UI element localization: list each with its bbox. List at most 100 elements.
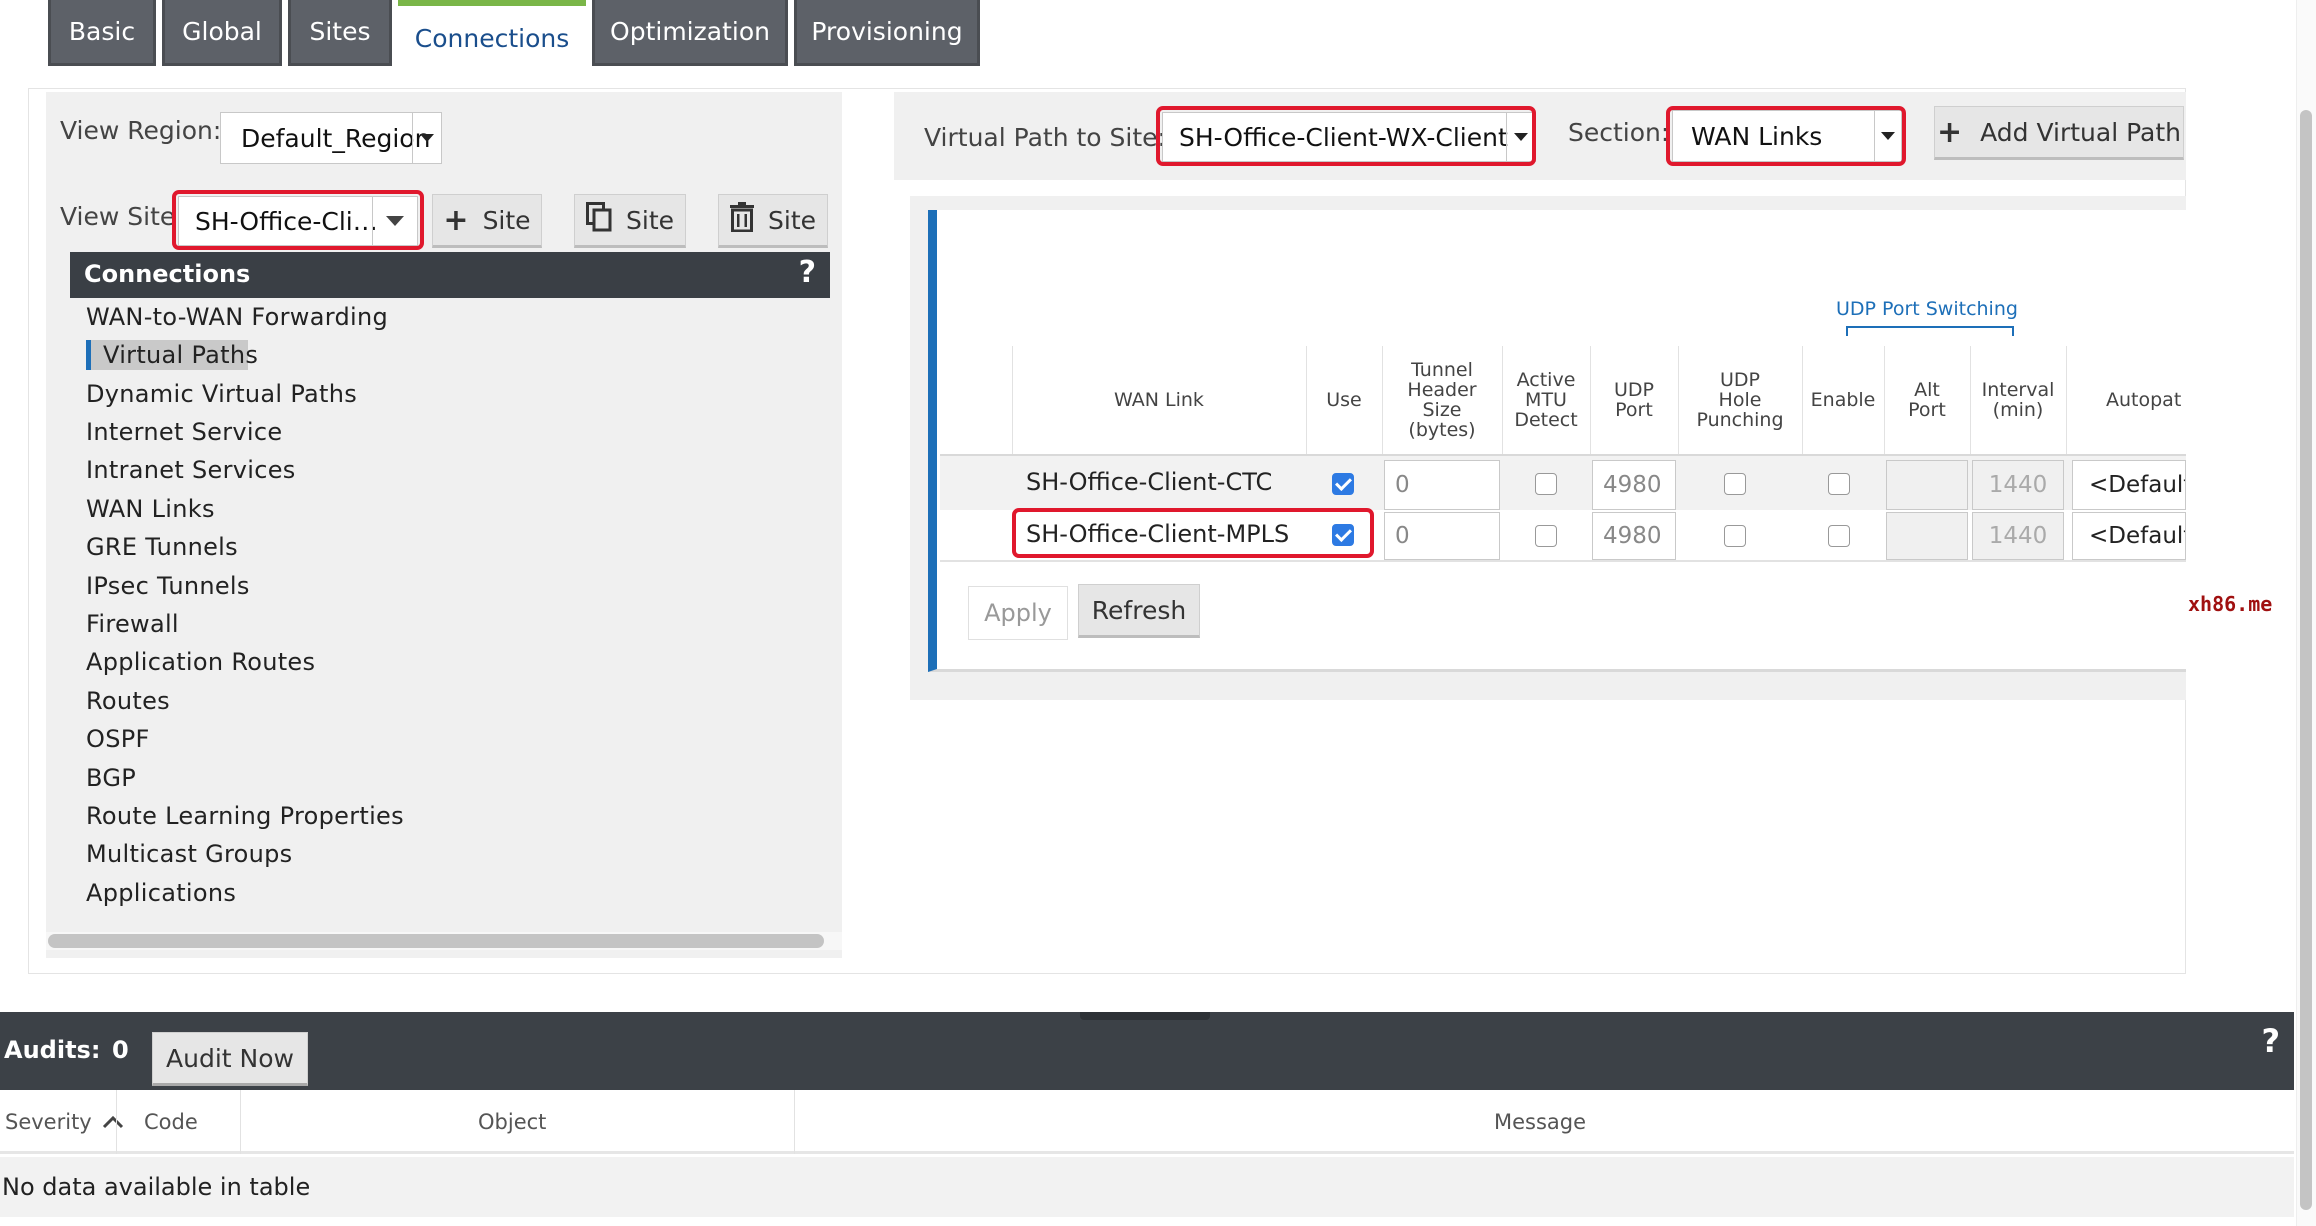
hole-punching-checkbox[interactable] xyxy=(1724,473,1746,495)
delete-site-button[interactable]: Site xyxy=(718,194,828,248)
enable-checkbox[interactable] xyxy=(1828,473,1850,495)
view-site-label: View Site: xyxy=(60,202,184,231)
tab-label: Sites xyxy=(309,17,371,46)
empty-table-message: No data available in table xyxy=(2,1173,311,1201)
nav-item-label: Virtual Paths xyxy=(103,341,259,369)
interval-input[interactable]: 1440 xyxy=(1972,460,2064,510)
nav-item-applications[interactable]: Applications xyxy=(86,878,236,908)
col-header-code[interactable]: Code xyxy=(144,1090,198,1154)
highlight-view-site xyxy=(172,190,424,250)
tab-basic[interactable]: Basic xyxy=(48,0,156,66)
refresh-button[interactable]: Refresh xyxy=(1078,584,1200,638)
nav-item-firewall[interactable]: Firewall xyxy=(86,609,179,639)
highlight-mpls-row xyxy=(1012,508,1374,558)
nav-item-gre-tunnels[interactable]: GRE Tunnels xyxy=(86,532,238,562)
tab-label: Optimization xyxy=(610,17,770,46)
tab-sites[interactable]: Sites xyxy=(288,0,392,66)
tab-connections[interactable]: Connections xyxy=(398,0,586,70)
tunnel-header-input[interactable]: 0 xyxy=(1384,512,1500,560)
col-header-alt-port: Alt Port xyxy=(1908,379,1946,421)
nav-item-ipsec-tunnels[interactable]: IPsec Tunnels xyxy=(86,571,250,601)
trash-icon xyxy=(730,202,754,238)
audit-empty-row: No data available in table xyxy=(0,1157,2294,1217)
udp-port-input[interactable]: 4980 xyxy=(1592,460,1676,510)
col-header-tunnel-header-size: Tunnel Header Size (bytes) xyxy=(1407,359,1477,441)
tab-optimization[interactable]: Optimization xyxy=(592,0,788,66)
button-label: Audit Now xyxy=(166,1043,294,1073)
audit-table-header xyxy=(0,1090,2294,1154)
tab-global[interactable]: Global xyxy=(162,0,282,66)
interval-input[interactable]: 1440 xyxy=(1972,512,2064,560)
col-header-severity[interactable]: Severity xyxy=(5,1090,124,1154)
button-label: Refresh xyxy=(1091,595,1187,625)
audits-label: Audits: xyxy=(4,1036,101,1064)
chevron-down-icon xyxy=(412,113,441,163)
col-header-object[interactable]: Object xyxy=(478,1090,546,1154)
udp-port-switching-label: UDP Port Switching xyxy=(1836,298,2018,320)
alt-port-input[interactable] xyxy=(1886,512,1968,560)
help-icon[interactable]: ? xyxy=(799,255,816,290)
enable-checkbox[interactable] xyxy=(1828,525,1850,547)
view-region-select[interactable]: Default_Region xyxy=(220,112,442,164)
col-header-udp-hole-punching: UDP Hole Punching xyxy=(1696,369,1784,431)
autopath-select[interactable]: <Default> xyxy=(2072,512,2186,560)
alt-port-input[interactable] xyxy=(1886,460,1968,510)
section-label: Section: xyxy=(1568,118,1670,147)
resize-handle[interactable] xyxy=(1080,1012,1210,1020)
tab-label: Provisioning xyxy=(811,17,963,46)
nav-item-wan-links[interactable]: WAN Links xyxy=(86,494,215,524)
udp-port-input[interactable]: 4980 xyxy=(1592,512,1676,560)
autopath-select[interactable]: <Default> xyxy=(2072,460,2186,510)
nav-item-routes[interactable]: Routes xyxy=(86,686,170,716)
connections-header: Connections ? xyxy=(70,252,830,298)
nav-item-application-routes[interactable]: Application Routes xyxy=(86,647,315,677)
help-icon[interactable]: ? xyxy=(2261,1022,2280,1060)
nav-item-ospf[interactable]: OSPF xyxy=(86,724,150,754)
sort-ascending-icon xyxy=(102,1115,123,1129)
mtu-detect-checkbox[interactable] xyxy=(1535,473,1557,495)
watermark: xh86.me xyxy=(2188,592,2273,616)
use-checkbox[interactable] xyxy=(1332,473,1354,495)
audit-now-button[interactable]: Audit Now xyxy=(152,1032,308,1086)
tab-label: Global xyxy=(182,17,262,46)
nav-item-intranet-services[interactable]: Intranet Services xyxy=(86,455,296,485)
add-virtual-path-button[interactable]: + Add Virtual Path xyxy=(1934,106,2184,160)
nav-item-wan-to-wan[interactable]: WAN-to-WAN Forwarding xyxy=(86,302,388,332)
nav-item-route-learning[interactable]: Route Learning Properties xyxy=(86,801,404,831)
nav-item-internet-service[interactable]: Internet Service xyxy=(86,417,282,447)
vpath-label: Virtual Path to Site: xyxy=(924,123,1166,152)
apply-button[interactable]: Apply xyxy=(968,586,1068,640)
col-header-message[interactable]: Message xyxy=(1494,1090,1586,1154)
hole-punching-checkbox[interactable] xyxy=(1724,525,1746,547)
copy-site-button[interactable]: Site xyxy=(574,194,686,248)
audits-count: 0 xyxy=(112,1036,129,1064)
col-header-autopath: Autopat xyxy=(2106,389,2182,411)
col-header-udp-port: UDP Port xyxy=(1614,379,1654,421)
col-header-interval: Interval (min) xyxy=(1981,379,2055,421)
nav-item-dynamic-virtual-paths[interactable]: Dynamic Virtual Paths xyxy=(86,379,357,409)
view-region-label: View Region: xyxy=(60,116,222,145)
tab-provisioning[interactable]: Provisioning xyxy=(794,0,980,66)
audits-bar: Audits: 0 ? xyxy=(0,1012,2294,1090)
udp-group-bracket xyxy=(1846,326,2014,336)
tunnel-header-input[interactable]: 0 xyxy=(1384,460,1500,510)
scrollbar-thumb[interactable] xyxy=(48,934,824,948)
plus-icon: + xyxy=(443,202,469,238)
col-header-wan-link: WAN Link xyxy=(1114,389,1204,411)
button-label: Site xyxy=(626,205,674,235)
add-site-button[interactable]: + Site xyxy=(432,194,542,248)
button-label: Add Virtual Path xyxy=(1980,117,2182,147)
nav-item-virtual-paths[interactable]: Virtual Paths xyxy=(86,340,258,370)
nav-item-multicast-groups[interactable]: Multicast Groups xyxy=(86,839,292,869)
highlight-vpath xyxy=(1156,106,1536,166)
copy-icon xyxy=(586,202,612,238)
button-label: Site xyxy=(768,205,816,235)
plus-icon: + xyxy=(1936,114,1963,150)
col-header-enable: Enable xyxy=(1810,389,1876,411)
nav-item-bgp[interactable]: BGP xyxy=(86,763,136,793)
view-region-value: Default_Region xyxy=(241,123,431,153)
page-scrollbar-thumb[interactable] xyxy=(2300,110,2312,1210)
col-header-use: Use xyxy=(1326,389,1362,411)
col-header-active-mtu-detect: Active MTU Detect xyxy=(1514,369,1578,431)
mtu-detect-checkbox[interactable] xyxy=(1535,525,1557,547)
